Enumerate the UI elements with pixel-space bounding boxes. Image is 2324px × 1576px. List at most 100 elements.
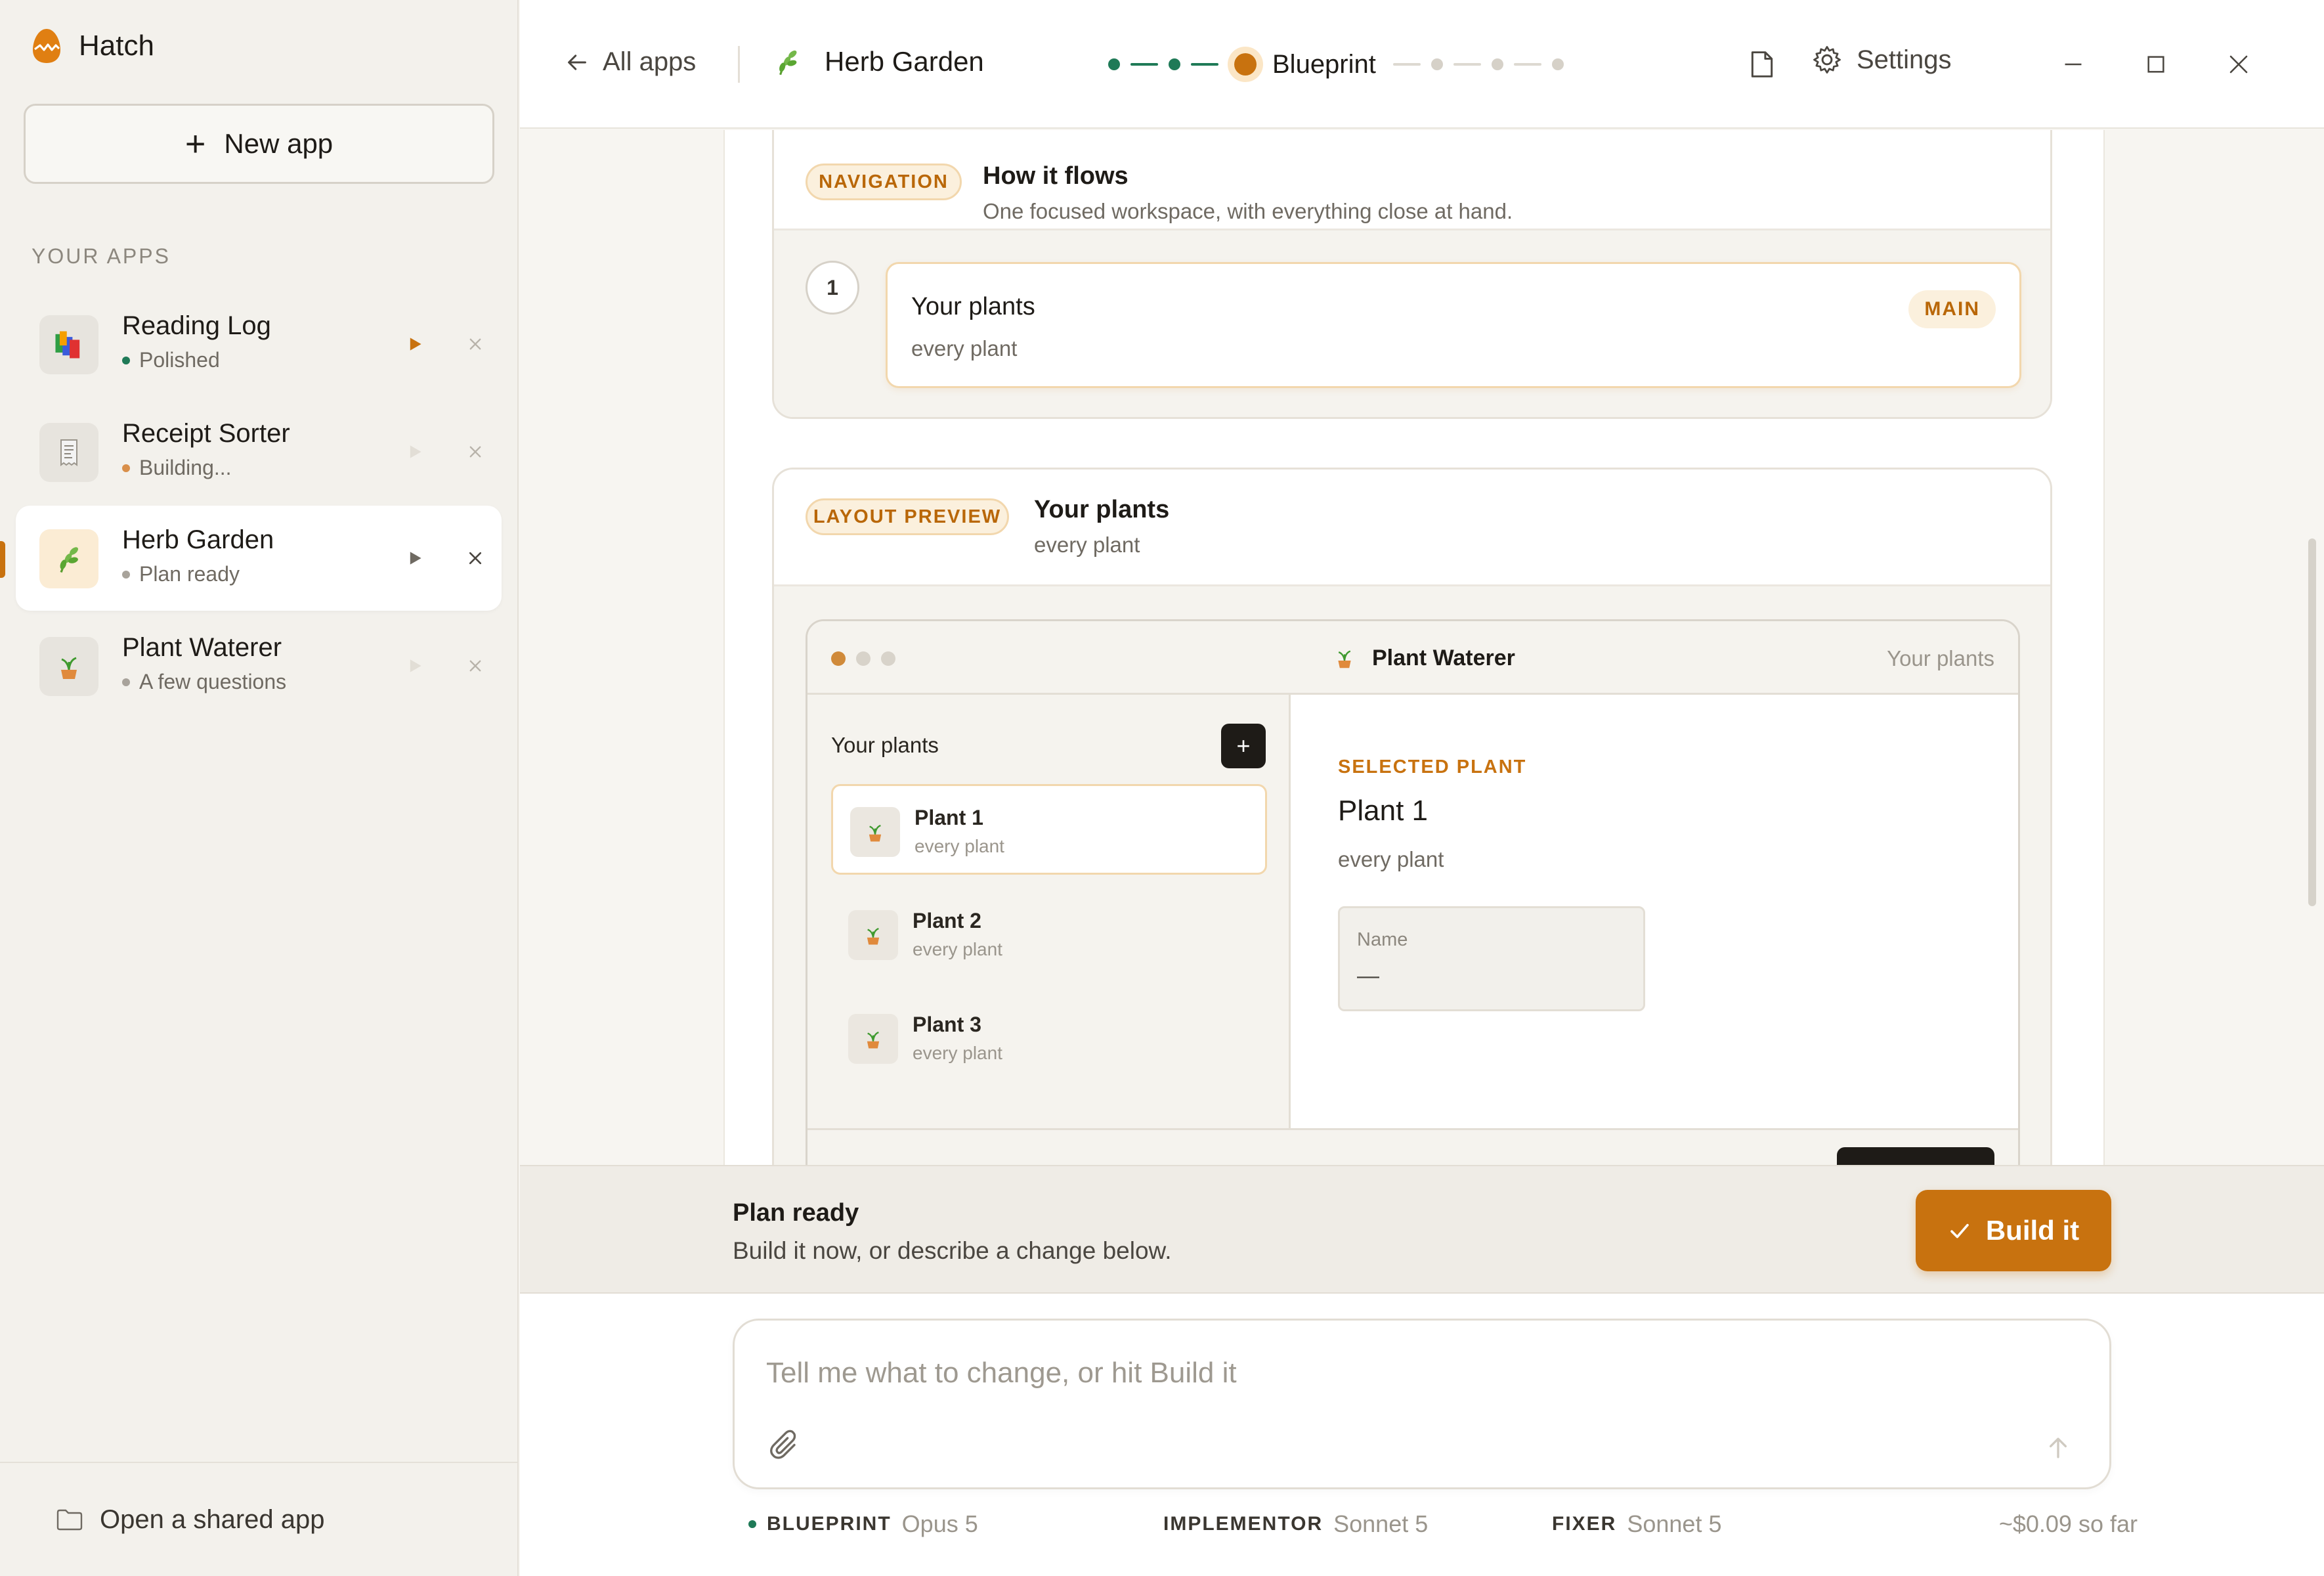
model-status-row: BLUEPRINT Opus 5 IMPLEMENTOR Sonnet 5 FI… (520, 1510, 2324, 1550)
remove-app-button[interactable] (460, 650, 491, 682)
open-shared-app-button[interactable]: Open a shared app (0, 1462, 519, 1576)
model-name: Opus 5 (901, 1510, 978, 1537)
receipt-icon (39, 423, 98, 482)
step-connector (1453, 63, 1481, 66)
mock-plant-row: Plant 1 every plant (831, 784, 1267, 875)
play-button[interactable] (402, 653, 428, 679)
settings-button[interactable]: Settings (1812, 45, 1952, 75)
maximize-button[interactable] (2136, 45, 2176, 84)
plant-sub: every plant (915, 836, 1004, 856)
minimize-icon (2065, 63, 2082, 66)
selected-sub: every plant (1338, 847, 1444, 871)
app-item-plant-waterer[interactable]: Plant Waterer A few questions (16, 613, 502, 718)
play-button[interactable] (402, 545, 428, 571)
books-icon (39, 315, 98, 374)
folder-icon (56, 1509, 83, 1531)
build-label: Build it (1985, 1215, 2080, 1246)
main-tag: MAIN (1908, 290, 1996, 328)
mock-footer-button (1837, 1147, 1994, 1165)
potted-plant-icon (848, 910, 898, 960)
plan-title: Plan ready (733, 1199, 859, 1227)
document-button[interactable] (1744, 46, 1780, 83)
blueprint-content: NAVIGATION How it flows One focused work… (520, 130, 2324, 1165)
screen-subtitle: every plant (911, 336, 1018, 361)
mock-app-title: Plant Waterer (1331, 645, 1515, 671)
divider (738, 46, 740, 83)
minimize-button[interactable] (2054, 45, 2093, 84)
step-current (1234, 53, 1257, 76)
plant-name: Plant 3 (913, 1013, 981, 1036)
change-request-input[interactable] (766, 1347, 2013, 1399)
potted-plant-icon (39, 637, 98, 696)
close-window-button[interactable] (2219, 45, 2258, 84)
mock-breadcrumb: Your plants (1887, 646, 1994, 670)
active-dot (748, 1520, 756, 1528)
top-bar: All apps Herb Garden Blueprint Settings (520, 0, 2324, 129)
status-text: A few questions (139, 670, 287, 693)
app-item-receipt-sorter[interactable]: Receipt Sorter Building... (16, 399, 502, 504)
project-title: Herb Garden (771, 45, 984, 79)
app-item-herb-garden[interactable]: Herb Garden Plan ready (0, 506, 502, 611)
build-it-button[interactable]: Build it (1916, 1190, 2111, 1271)
paperclip-icon (770, 1430, 796, 1459)
send-button[interactable] (2040, 1430, 2077, 1466)
status-dot (122, 678, 130, 686)
maximize-icon (2147, 56, 2164, 73)
gear-icon (1813, 46, 1841, 74)
app-name: Herb Garden (122, 525, 274, 554)
scrollbar-thumb[interactable] (2308, 538, 2316, 906)
app-status: A few questions (122, 670, 286, 694)
current-step-label: Blueprint (1272, 49, 1376, 79)
mock-plant-row: Plant 3 every plant (831, 993, 1267, 1084)
step-connector (1392, 63, 1421, 66)
field-value: — (1357, 963, 1379, 988)
cost-so-far: ~$0.09 so far (1998, 1510, 2138, 1537)
play-button[interactable] (402, 331, 428, 357)
remove-app-button[interactable] (460, 328, 491, 360)
status-text: Building... (139, 456, 232, 479)
app-item-reading-log[interactable]: Reading Log Polished (16, 292, 502, 397)
herb-icon (39, 529, 98, 588)
plan-subtitle: Build it now, or describe a change below… (733, 1237, 1172, 1264)
step-number: 1 (806, 261, 859, 315)
app-status: Plan ready (122, 562, 240, 586)
play-icon (410, 552, 421, 565)
mock-name-field: Name — (1338, 906, 1645, 1011)
app-name: Reading Log (122, 311, 271, 340)
status-text: Plan ready (139, 562, 240, 586)
sidebar: Hatch + New app YOUR APPS Reading Log Po… (0, 0, 519, 1576)
play-icon (410, 659, 421, 672)
brand: Hatch (32, 28, 154, 64)
plant-name: Plant 1 (915, 806, 983, 829)
card-body: 1 Your plants every plant MAIN (774, 230, 2050, 417)
attach-button[interactable] (765, 1426, 807, 1468)
card-header: LAYOUT PREVIEW Your plants every plant (774, 470, 2050, 586)
mock-plant-row: Plant 2 every plant (831, 889, 1267, 980)
mock-detail-pane: SELECTED PLANT Plant 1 every plant Name … (1291, 695, 2018, 1165)
close-icon (469, 552, 482, 565)
checkmark-icon (1950, 1223, 1969, 1238)
progress-stepper: Blueprint (1108, 46, 1564, 83)
screen-title: Your plants (911, 293, 1035, 320)
hatch-egg-icon (33, 29, 60, 63)
navigation-tag: NAVIGATION (806, 164, 962, 200)
mock-add-button: + (1221, 724, 1266, 768)
remove-app-button[interactable] (460, 542, 491, 574)
status-text: Polished (139, 348, 220, 372)
remove-app-button[interactable] (460, 436, 491, 468)
window-dots (831, 651, 895, 666)
status-dot (122, 464, 130, 472)
document-icon (1751, 51, 1773, 77)
active-indicator (0, 541, 5, 578)
app-status: Building... (122, 456, 232, 480)
all-apps-back-link[interactable]: All apps (566, 47, 696, 77)
screen-card[interactable]: Your plants every plant MAIN (886, 262, 2021, 388)
new-app-button[interactable]: + New app (24, 104, 494, 184)
app-name: Receipt Sorter (122, 419, 290, 448)
play-button[interactable] (402, 439, 428, 465)
model-name: Sonnet 5 (1627, 1510, 1722, 1537)
potted-plant-icon (848, 1014, 898, 1064)
model-name: Sonnet 5 (1333, 1510, 1429, 1537)
step-done (1169, 58, 1180, 70)
plan-ready-bar: Plan ready Build it now, or describe a c… (520, 1165, 2324, 1294)
